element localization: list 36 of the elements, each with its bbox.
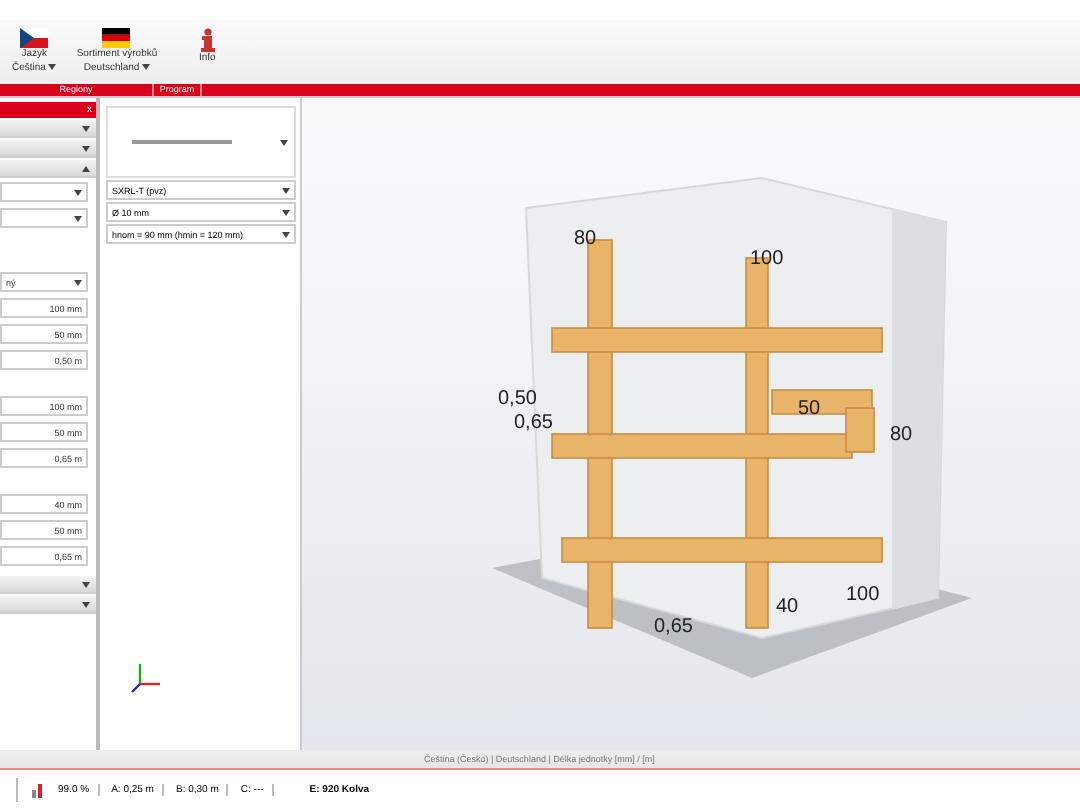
dimension-label: 50 <box>798 398 821 420</box>
caret-icon <box>48 63 57 69</box>
dimension-label: 0,65 <box>514 412 553 434</box>
dimension-label: 80 <box>574 228 597 250</box>
caret-icon <box>282 209 290 215</box>
flag-icon <box>102 28 131 48</box>
section-header[interactable] <box>0 120 96 138</box>
caret-icon <box>282 231 290 237</box>
dimension-label: 100 <box>846 584 880 606</box>
caret-icon <box>82 125 90 131</box>
caret-icon <box>280 139 288 145</box>
caret-icon <box>82 165 90 171</box>
caret-icon <box>82 145 90 151</box>
info-icon <box>197 28 218 52</box>
dimension-label: 80 <box>890 424 913 446</box>
caret-icon <box>282 187 290 193</box>
caret-icon <box>82 581 90 587</box>
dimension-label: 0,50 <box>498 388 537 410</box>
caret-icon <box>74 279 82 285</box>
section-header[interactable] <box>0 160 96 178</box>
caret-icon <box>82 601 90 607</box>
chart-icon <box>30 782 46 798</box>
dropdown-field[interactable] <box>0 182 88 202</box>
caret-icon <box>74 189 82 195</box>
flag-icon <box>20 28 49 48</box>
dropdown-field[interactable] <box>0 208 88 228</box>
caret-icon <box>74 215 82 221</box>
caret-icon <box>142 63 151 69</box>
dimension-label: 40 <box>776 596 799 618</box>
section-header[interactable] <box>0 596 96 614</box>
section-header[interactable] <box>0 140 96 158</box>
dimension-label: 100 <box>750 248 784 270</box>
product-dropdown[interactable] <box>106 106 296 178</box>
dimension-label: 0,65 <box>654 616 693 638</box>
axis-icon <box>130 662 162 694</box>
section-header[interactable] <box>0 576 96 594</box>
